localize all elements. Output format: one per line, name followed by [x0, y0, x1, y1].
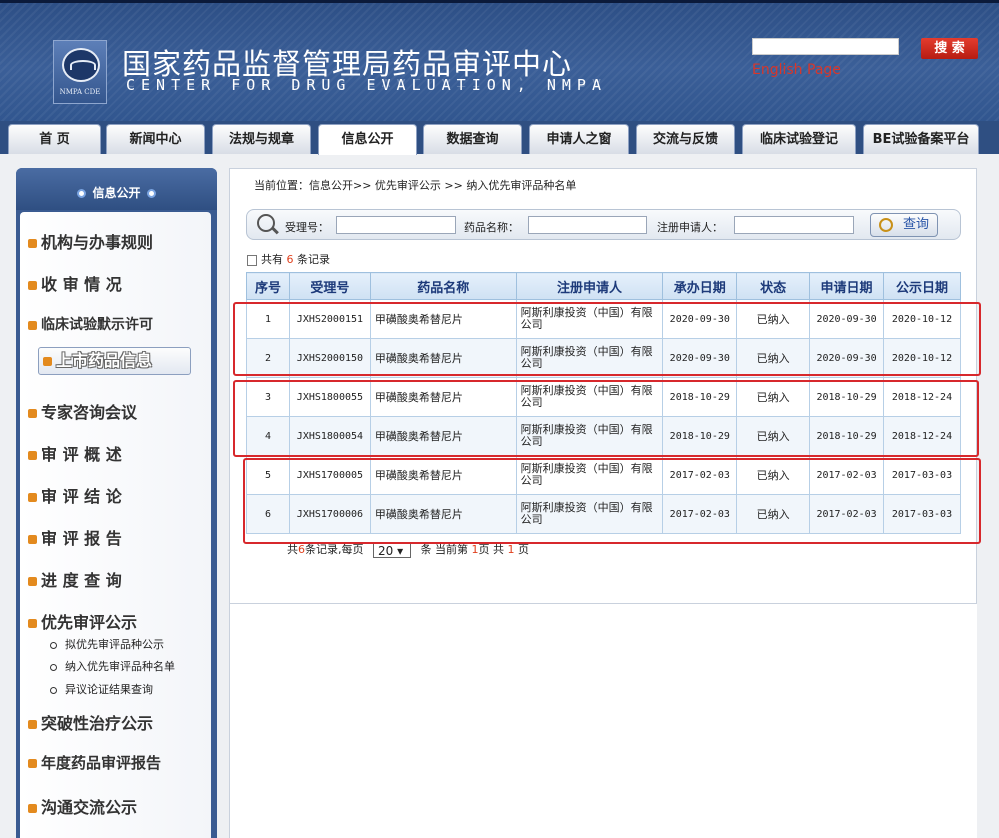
sidebar-item-review-overview[interactable]: 审 评 概 述: [28, 441, 122, 465]
col-header-accept-number[interactable]: 受理号: [288, 272, 371, 300]
sidebar-heading: 信息公开: [16, 168, 217, 210]
logo-text: NMPA CDE: [59, 88, 101, 96]
rss-icon: [28, 759, 37, 768]
rss-icon: [28, 493, 37, 502]
pager-current: 1: [471, 543, 479, 556]
english-page-link[interactable]: English Page: [752, 62, 841, 78]
highlight-box-2018: [233, 380, 979, 457]
nav-tab-applicant-window[interactable]: 申请人之窗: [529, 124, 629, 154]
sidebar: 信息公开 机构与办事规则 收 审 情 况 临床试验默示许可 专家咨询会议 审 评…: [16, 168, 217, 838]
col-header-index[interactable]: 序号: [246, 272, 290, 300]
sidebar-item-expert-meeting[interactable]: 专家咨询会议: [28, 399, 137, 423]
rss-icon: [28, 409, 37, 418]
col-header-application-date[interactable]: 申请日期: [809, 272, 885, 300]
sidebar-item-priority-review[interactable]: 优先审评公示: [28, 609, 137, 633]
col-header-applicant[interactable]: 注册申请人: [515, 272, 664, 300]
sidebar-item-communication[interactable]: 沟通交流公示: [28, 794, 137, 818]
applicant-label: 注册申请人：: [657, 221, 723, 234]
nav-tab-home[interactable]: 首 页: [8, 124, 101, 154]
pager-total: 6: [298, 543, 305, 556]
sidebar-item-progress-query[interactable]: 进 度 查 询: [28, 567, 122, 591]
col-header-handling-date[interactable]: 承办日期: [662, 272, 738, 300]
nav-tab-be-trial-platform[interactable]: BE试验备案平台: [863, 124, 979, 154]
rss-icon: [28, 804, 37, 813]
sidebar-heading-label: 信息公开: [92, 186, 141, 200]
rss-icon: [28, 720, 37, 729]
record-count: 6: [286, 253, 294, 266]
record-summary: 共有 6 条记录: [247, 251, 330, 267]
col-header-status[interactable]: 状态: [736, 272, 811, 300]
sidebar-item-clinical-trial-permission[interactable]: 临床试验默示许可: [28, 314, 153, 334]
rss-icon: [28, 239, 37, 248]
sidebar-item-receipt-status[interactable]: 收 审 情 况: [28, 271, 122, 295]
pager-pages: 1: [507, 543, 515, 556]
accept-number-input[interactable]: [336, 216, 456, 234]
sidebar-subitem-priority-list[interactable]: 纳入优先审评品种名单: [50, 658, 175, 674]
rss-icon: [28, 451, 37, 460]
sidebar-item-institution-rules[interactable]: 机构与办事规则: [28, 229, 153, 253]
header-search-button[interactable]: 搜 索: [921, 38, 978, 59]
rss-icon: [28, 577, 37, 586]
highlight-box-2020: [233, 302, 981, 376]
search-icon: [257, 214, 275, 232]
list-icon: [247, 254, 257, 266]
rss-icon: [28, 619, 37, 628]
bullet-icon: [146, 189, 156, 198]
nmpa-logo[interactable]: NMPA CDE: [53, 40, 107, 104]
sidebar-item-review-conclusion[interactable]: 审 评 结 论: [28, 483, 122, 507]
applicant-input[interactable]: [734, 216, 854, 234]
nav-tab-info-disclosure[interactable]: 信息公开: [318, 124, 417, 155]
filter-bar: 受理号： 药品名称： 注册申请人： 查询: [246, 209, 961, 240]
content-empty-area: [229, 604, 977, 838]
sidebar-menu: 机构与办事规则 收 审 情 况 临床试验默示许可 专家咨询会议 审 评 概 述 …: [20, 212, 211, 838]
nav-tab-clinical-trial-registration[interactable]: 临床试验登记: [742, 124, 856, 154]
magnifier-icon: [879, 218, 893, 232]
logo-emblem-icon: [62, 48, 100, 82]
col-header-publicity-date[interactable]: 公示日期: [883, 272, 961, 300]
query-button[interactable]: 查询: [870, 213, 938, 237]
accept-number-label: 受理号：: [285, 221, 329, 234]
sidebar-item-annual-report[interactable]: 年度药品审评报告: [28, 752, 161, 773]
bullet-icon: [77, 189, 87, 198]
rss-icon: [28, 535, 37, 544]
highlight-box-2017: [243, 458, 981, 544]
drug-name-label: 药品名称：: [464, 221, 519, 234]
table-header-row: 序号 受理号 药品名称 注册申请人 承办日期 状态 申请日期 公示日期: [246, 272, 961, 300]
sidebar-item-marketed-drugs[interactable]: 上市药品信息: [38, 347, 191, 375]
nav-tab-data-query[interactable]: 数据查询: [423, 124, 522, 154]
site-header: NMPA CDE 国家药品监督管理局药品审评中心 CENTER FOR DRUG…: [0, 3, 999, 121]
sidebar-item-review-report[interactable]: 审 评 报 告: [28, 525, 122, 549]
sidebar-subitem-objection-results[interactable]: 异议论证结果查询: [50, 681, 153, 697]
nav-tab-feedback[interactable]: 交流与反馈: [636, 124, 735, 154]
rss-icon: [28, 320, 37, 330]
main-nav: 首 页 新闻中心 法规与规章 信息公开 数据查询 申请人之窗 交流与反馈 临床试…: [0, 121, 999, 155]
sidebar-item-breakthrough-therapy[interactable]: 突破性治疗公示: [28, 710, 153, 734]
header-search-input[interactable]: [752, 38, 899, 55]
sidebar-subitem-proposed-priority[interactable]: 拟优先审评品种公示: [50, 636, 164, 652]
breadcrumb: 当前位置：信息公开>> 优先审评公示 >> 纳入优先审评品种名单: [254, 179, 577, 192]
site-title-en-reflection: CENTER FOR DRUG EVALUATION, NMPA: [126, 76, 607, 89]
per-page-select[interactable]: 20 ▾: [373, 542, 411, 558]
rss-icon: [43, 357, 52, 366]
col-header-drug-name[interactable]: 药品名称: [369, 272, 517, 300]
drug-name-input[interactable]: [528, 216, 647, 234]
rss-icon: [28, 281, 37, 290]
nav-tab-news[interactable]: 新闻中心: [106, 124, 205, 154]
nav-tab-regulations[interactable]: 法规与规章: [212, 124, 311, 154]
